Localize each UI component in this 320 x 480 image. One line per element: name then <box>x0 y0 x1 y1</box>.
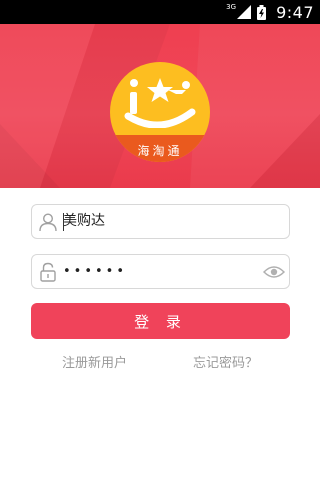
register-link[interactable]: 注册新用户 <box>62 352 127 371</box>
login-button[interactable]: 登 录 <box>31 303 290 339</box>
network-type: 3G <box>226 3 237 11</box>
logo-mark-icon <box>124 78 196 128</box>
forgot-password-link[interactable]: 忘记密码？ <box>193 352 258 371</box>
username-field[interactable]: 美购达 <box>31 204 290 239</box>
signal-icon <box>237 5 252 19</box>
battery-icon <box>257 4 267 20</box>
status-bar: 3G 9:47 <box>0 0 320 24</box>
lock-icon <box>40 262 56 282</box>
user-icon <box>39 213 57 232</box>
password-input[interactable]: •••••• <box>63 255 253 288</box>
eye-icon[interactable] <box>263 264 285 280</box>
app-logo: 海淘通 <box>110 62 210 162</box>
logo-text: 海淘通 <box>137 144 183 158</box>
header-banner: 海淘通 <box>0 24 320 188</box>
username-input[interactable]: 美购达 <box>63 205 253 238</box>
clock: 9:47 <box>276 2 314 22</box>
password-field[interactable]: •••••• <box>31 254 290 289</box>
text-caret <box>63 213 64 231</box>
